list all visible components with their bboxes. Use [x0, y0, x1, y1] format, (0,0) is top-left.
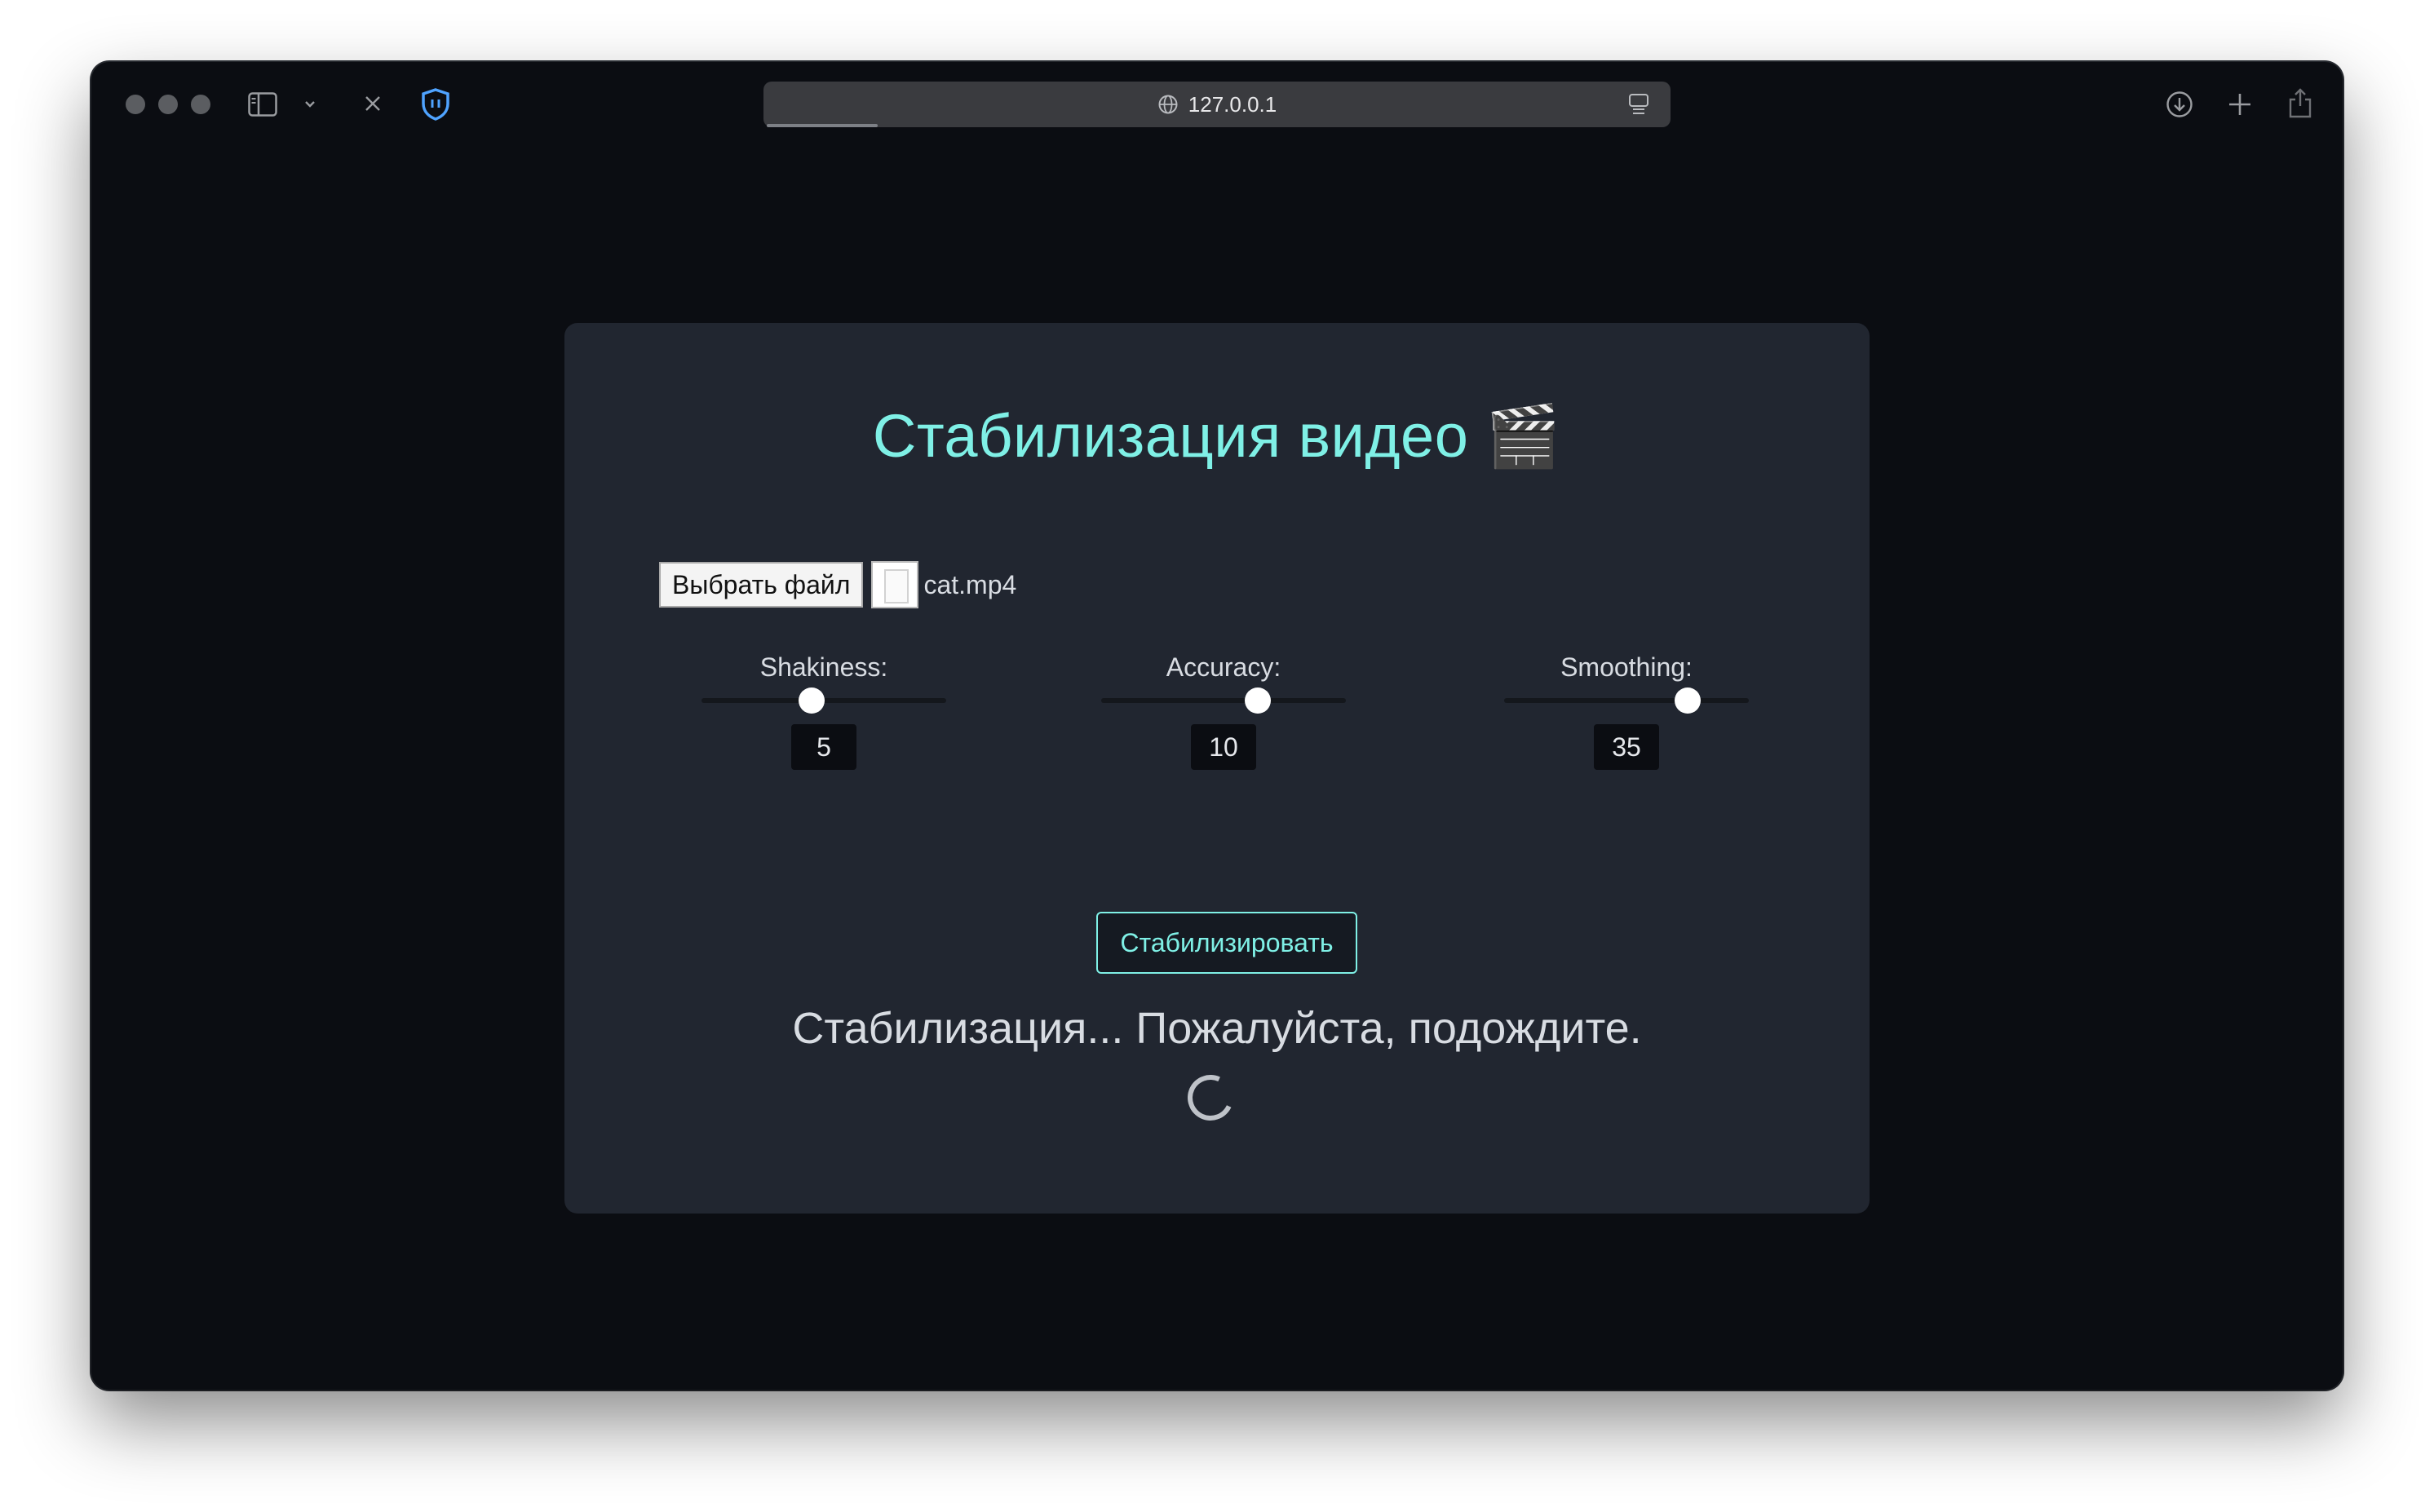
page-load-progress: [767, 124, 878, 127]
smoothing-slider[interactable]: [1504, 687, 1749, 714]
new-tab-icon[interactable]: [2224, 88, 2256, 121]
smoothing-control: Smoothing: 35: [1496, 651, 1757, 770]
loading-spinner-icon: [1181, 1068, 1240, 1127]
browser-window: 127.0.0.1 Стабилизация видео 🎬 Выбрать ф…: [91, 62, 2343, 1390]
shakiness-slider-thumb[interactable]: [799, 687, 825, 714]
status-text: Стабилизация... Пожалуйста, подождите.: [792, 1004, 1642, 1053]
download-icon[interactable]: [2163, 88, 2196, 121]
browser-toolbar: 127.0.0.1: [91, 62, 2343, 144]
shakiness-value: 5: [791, 724, 856, 770]
globe-icon: [1157, 94, 1179, 115]
close-window-icon[interactable]: [126, 95, 145, 114]
accuracy-label: Accuracy:: [1166, 652, 1281, 682]
shakiness-label: Shakiness:: [759, 652, 888, 682]
choose-file-button[interactable]: Выбрать файл: [659, 562, 864, 608]
accuracy-value: 10: [1191, 724, 1256, 770]
zoom-window-icon[interactable]: [191, 95, 210, 114]
address-bar[interactable]: 127.0.0.1: [763, 82, 1671, 127]
shakiness-control: Shakiness: 5: [693, 651, 954, 770]
file-icon: [871, 561, 919, 608]
smoothing-value: 35: [1594, 724, 1659, 770]
accuracy-slider[interactable]: [1101, 687, 1346, 714]
stabilize-button[interactable]: Стабилизировать: [1096, 912, 1357, 974]
file-input[interactable]: Выбрать файл cat.mp4: [659, 561, 1016, 608]
selected-file-name: cat.mp4: [923, 569, 1017, 599]
share-icon[interactable]: [2284, 85, 2317, 121]
accuracy-slider-thumb[interactable]: [1245, 687, 1271, 714]
smoothing-slider-thumb[interactable]: [1675, 687, 1701, 714]
accuracy-control: Accuracy: 10: [1093, 651, 1354, 770]
reader-icon[interactable]: [1628, 93, 1649, 116]
close-tab-icon[interactable]: [361, 91, 385, 116]
chevron-down-icon[interactable]: [302, 95, 318, 114]
sidebar-icon[interactable]: [246, 90, 279, 119]
minimize-window-icon[interactable]: [158, 95, 178, 114]
url-text: 127.0.0.1: [1188, 91, 1277, 117]
shield-icon[interactable]: [418, 86, 454, 122]
shakiness-slider[interactable]: [701, 687, 946, 714]
main-card: Стабилизация видео 🎬 Выбрать файл cat.mp…: [564, 323, 1870, 1214]
smoothing-label: Smoothing:: [1560, 652, 1693, 682]
page-title: Стабилизация видео 🎬: [872, 402, 1562, 470]
